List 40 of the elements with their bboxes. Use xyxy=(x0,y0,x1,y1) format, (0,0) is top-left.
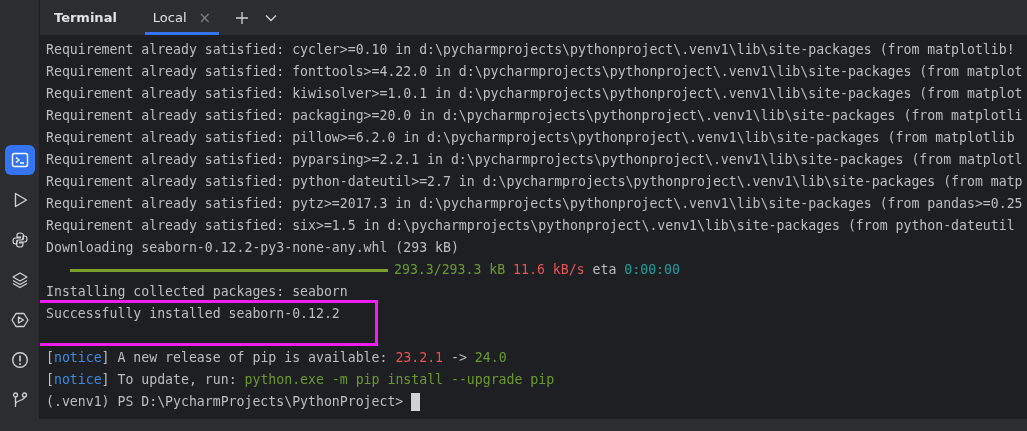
terminal-text: Requirement already satisfied: packaging>=20.0 in d:\pycharmprojects\pythonproject\.venv1\lib\site-packages (from matplotli xyxy=(46,108,1023,123)
terminal-text: [ xyxy=(46,350,54,365)
terminal-text: -> xyxy=(450,350,467,365)
plus-icon[interactable] xyxy=(235,10,250,25)
terminal-text: Requirement already satisfied: cycler>=0.10 in d:\pycharmprojects\pythonproject\.venv1\lib\site-packages (from matplotlib! xyxy=(46,42,1015,57)
terminal-text: Requirement already satisfied: six>=1.5 in d:\pycharmprojects\pythonproject\.venv1\lib\site-packages (from python-dateutil xyxy=(46,218,1015,233)
terminal-text: Successfully installed seaborn-0.12.2 xyxy=(46,306,340,321)
chevron-down-icon[interactable] xyxy=(265,13,278,22)
terminal-text: 0:00:00 xyxy=(624,262,680,277)
terminal-text: 11.6 kB/s xyxy=(513,262,585,277)
terminal-text: notice xyxy=(53,350,102,365)
exclamation-icon xyxy=(10,351,29,369)
terminal-text: 23.2.1 xyxy=(395,350,443,365)
terminal-text: python.exe -m pip install --upgrade pip xyxy=(244,372,555,387)
terminal-text: Requirement already satisfied: python-dateutil>=2.7 in d:\pycharmprojects\pythonproject\.venv1\lib\site-packages (from matp xyxy=(46,174,1023,189)
terminal-text: ] A new release of pip is available: xyxy=(101,350,388,365)
branch-icon xyxy=(10,391,29,409)
tool-window-button[interactable] xyxy=(4,145,35,175)
layers-icon xyxy=(10,271,29,289)
text-cursor xyxy=(411,393,421,411)
terminal-text: [ xyxy=(46,372,54,387)
panel-title: Terminal xyxy=(54,10,117,25)
terminal-text: Requirement already satisfied: pillow>=6.2.0 in d:\pycharmprojects\pythonproject\.venv1\lib\site-packages (from matplotlib xyxy=(46,130,1015,145)
terminal-tab[interactable]: Local × xyxy=(144,0,220,35)
terminal-text: Downloading seaborn-0.12.2-py3-none-any.whl (293 kB) xyxy=(46,240,459,255)
python-icon xyxy=(10,231,29,249)
tab-label[interactable]: Local xyxy=(152,10,187,25)
terminal-text: 293.3/293.3 kB xyxy=(394,262,506,277)
terminal-text: Requirement already satisfied: pytz>=2017.3 in d:\pycharmprojects\pythonproject\.venv1\lib\site-packages (from pandas>=0.25 xyxy=(46,196,1023,211)
terminal-text: (.venv1) PS D:\PycharmProjects\PythonProject> xyxy=(46,394,404,409)
terminal-text: ] To update, run: xyxy=(101,372,237,387)
terminal-text: Requirement already satisfied: pyparsing>=2.2.1 in d:\pycharmprojects\pythonproject\.venv1\lib\site-packages (from matplotl xyxy=(46,152,1023,167)
terminal-text: Installing collected packages: seaborn xyxy=(46,284,348,299)
terminal-icon xyxy=(10,151,29,169)
terminal-text: 24.0 xyxy=(474,350,507,365)
hexagon-play-icon xyxy=(10,311,29,329)
terminal-text: Requirement already satisfied: fonttools>=4.22.0 in d:\pycharmprojects\pythonproject\.venv1\lib\site-packages (from matplot xyxy=(46,64,1023,79)
terminal-text: notice xyxy=(53,372,102,387)
terminal-text: Requirement already satisfied: kiwisolver>=1.0.1 in d:\pycharmprojects\pythonproject\.venv1\lib\site-packages (from matplot xyxy=(46,86,1023,101)
terminal-text: eta xyxy=(592,262,617,277)
